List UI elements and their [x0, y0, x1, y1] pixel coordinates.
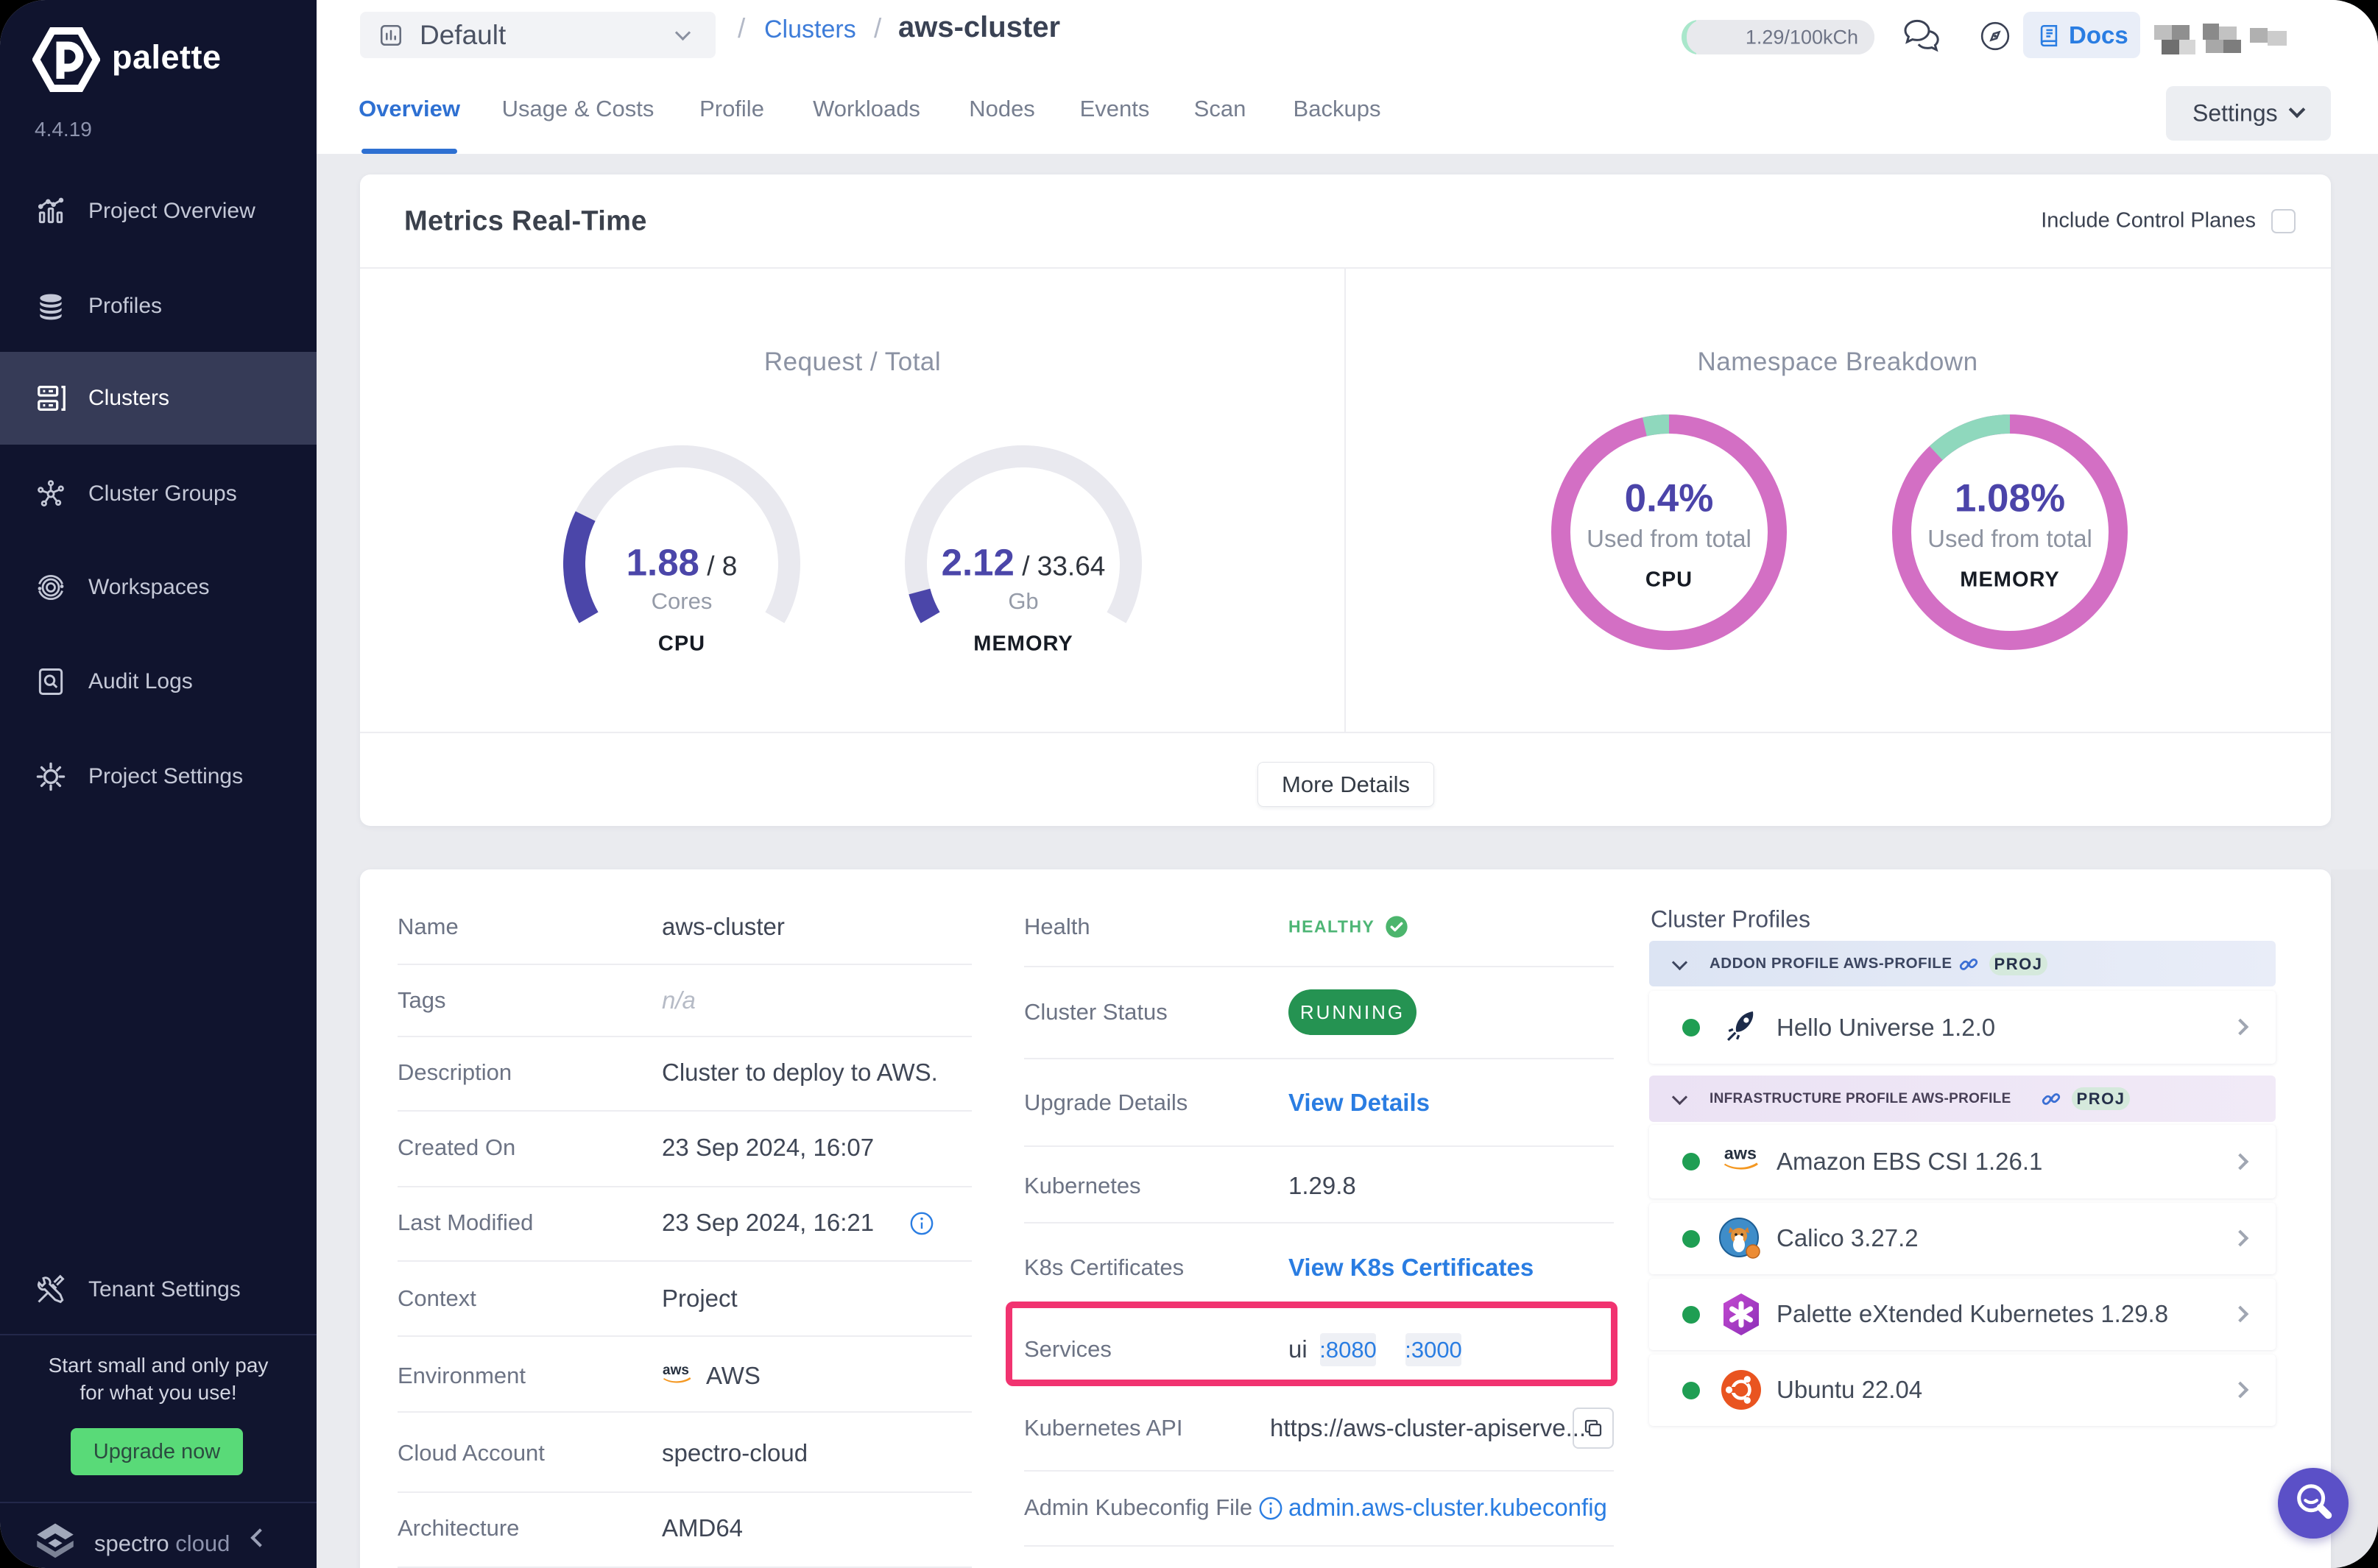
svg-text:aws: aws	[1724, 1143, 1757, 1162]
svg-text:aws: aws	[663, 1363, 689, 1378]
